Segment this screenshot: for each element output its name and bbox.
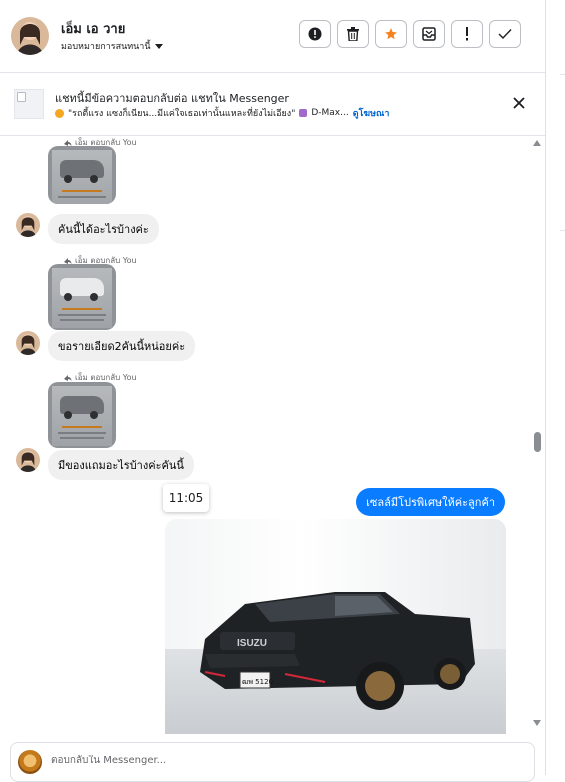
- banner-subtitle: "รถตี้แรง แซงก็เนียน...มีแค่ใจเธอเท่านั้…: [55, 106, 389, 120]
- view-ad-link[interactable]: ดูโฆษณา: [353, 106, 390, 120]
- incoming-message[interactable]: มีของแถมอะไรบ้างค่ะคันนี้: [48, 450, 194, 480]
- scrollbar-thumb[interactable]: [534, 432, 541, 452]
- spam-button[interactable]: [299, 20, 331, 48]
- page-avatar: [18, 750, 42, 774]
- trash-icon: [347, 27, 359, 41]
- close-icon[interactable]: [511, 95, 527, 111]
- reply-input[interactable]: [51, 755, 491, 766]
- incoming-message[interactable]: ขอรายเอียด2คันนี้หน่อยค่ะ: [48, 331, 196, 361]
- assign-label: มอบหมายการสนทนานี้: [61, 42, 151, 52]
- reply-arrow-icon: [64, 374, 72, 381]
- replied-image-thumbnail[interactable]: [48, 264, 116, 330]
- ad-thumbnail[interactable]: [14, 89, 44, 119]
- right-side-panel-edge: [546, 0, 565, 775]
- chevron-down-icon: [154, 43, 163, 49]
- assign-conversation-dropdown[interactable]: มอบหมายการสนทนานี้: [61, 39, 163, 53]
- replied-image-thumbnail[interactable]: [48, 382, 116, 448]
- star-button[interactable]: [375, 20, 407, 48]
- delete-button[interactable]: [337, 20, 369, 48]
- emoji-icon: [55, 108, 64, 118]
- sender-avatar: [16, 448, 40, 472]
- alert-circle-icon: [308, 27, 322, 41]
- conversation-panel: เอ็ม เอ วาย มอบหมายการสนทนานี้ แชทนี้มีข…: [0, 0, 546, 782]
- sent-photo[interactable]: ISUZU ฒพ 5120: [165, 519, 506, 734]
- timestamp-tooltip: 11:05: [163, 484, 209, 512]
- sender-avatar: [16, 213, 40, 237]
- sender-avatar: [16, 331, 40, 355]
- banner-quote: "รถตี้แรง แซงก็เนียน...มีแค่ใจเธอเท่านั้…: [68, 109, 296, 119]
- scroll-up-arrow[interactable]: [533, 140, 541, 146]
- mark-done-button[interactable]: [489, 20, 521, 48]
- contact-name[interactable]: เอ็ม เอ วาย: [61, 18, 125, 39]
- check-icon: [498, 29, 512, 40]
- pickup-truck-image: ISUZU ฒพ 5120: [200, 592, 475, 710]
- brand-text: ISUZU: [237, 638, 267, 649]
- license-plate: ฒพ 5120: [242, 678, 273, 686]
- banner-product: D-Max...: [311, 108, 349, 118]
- contact-avatar[interactable]: [11, 17, 49, 55]
- messenger-reply-banner: แชทนี้มีข้อความตอบกลับต่อ แชทใน Messenge…: [0, 73, 545, 136]
- incoming-message[interactable]: คันนี้ได้อะไรบ้างค่ะ: [48, 214, 159, 244]
- follow-up-button[interactable]: [451, 20, 483, 48]
- mark-unread-icon: [422, 27, 436, 41]
- banner-title: แชทนี้มีข้อความตอบกลับต่อ แชทใน Messenge…: [55, 92, 289, 105]
- replied-image-thumbnail[interactable]: [48, 146, 116, 204]
- exclamation-icon: [466, 27, 468, 41]
- emoji-icon: [299, 109, 308, 117]
- scroll-down-arrow[interactable]: [533, 720, 541, 726]
- outgoing-message[interactable]: เซลล์มีโปรพิเศษให้ค่ะลูกค้า: [356, 488, 505, 516]
- mark-unread-button[interactable]: [413, 20, 445, 48]
- reply-composer[interactable]: [10, 742, 535, 782]
- star-icon: [385, 28, 397, 40]
- header-actions: [299, 20, 521, 48]
- conversation-header: เอ็ม เอ วาย มอบหมายการสนทนานี้: [0, 0, 545, 73]
